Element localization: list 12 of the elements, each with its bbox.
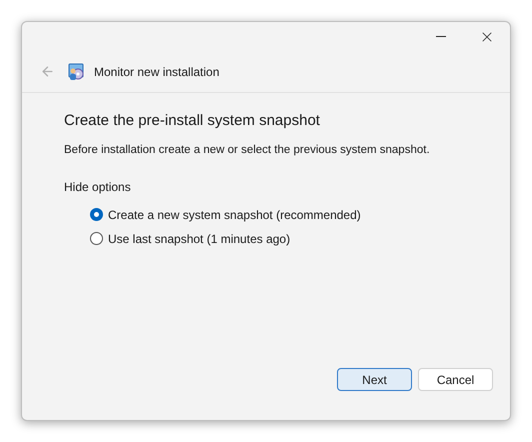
snapshot-icon <box>67 62 85 80</box>
options-toggle[interactable]: Hide options <box>64 178 131 196</box>
radio-button[interactable] <box>90 208 103 222</box>
radio-label: Use last snapshot (1 minutes ago) <box>108 230 290 248</box>
description-text: Before installation create a new or select the previous system snapshot. <box>64 142 431 158</box>
radio-label: Create a new system snapshot (recommended) <box>108 206 361 224</box>
page-heading: Create the pre-install system snapshot <box>64 111 321 131</box>
radio-button[interactable] <box>90 232 103 246</box>
next-button[interactable]: Next <box>337 368 412 391</box>
minimize-icon <box>436 36 446 37</box>
cancel-button[interactable]: Cancel <box>418 368 493 391</box>
window-title: Monitor new installation <box>94 64 220 80</box>
